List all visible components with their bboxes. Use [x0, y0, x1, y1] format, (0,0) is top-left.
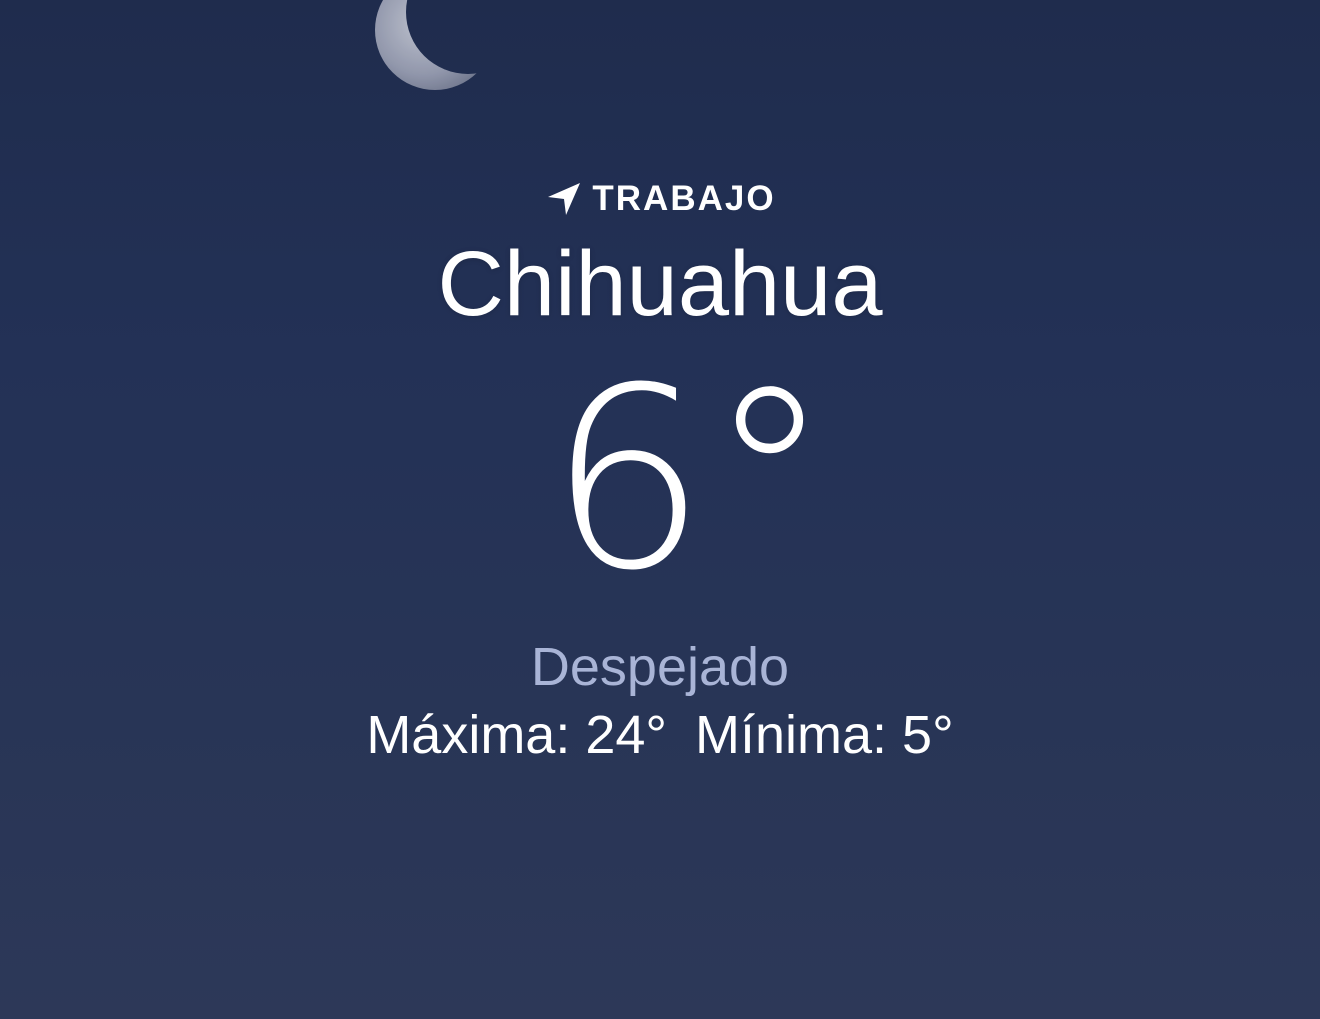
location-arrow-icon: [548, 183, 581, 215]
high-temperature: Máxima: 24°: [366, 705, 668, 765]
high-low-temperatures: Máxima: 24° Mínima: 5°: [0, 704, 1320, 766]
location-label: TRABAJO: [592, 179, 776, 218]
current-temperature: 6°: [547, 334, 833, 625]
low-temperature: Mínima: 5°: [695, 705, 954, 765]
crescent-moon-icon: [375, 0, 495, 90]
city-name: Chihuahua: [437, 233, 883, 335]
weather-condition: Despejado: [530, 637, 790, 697]
location-header[interactable]: TRABAJO: [0, 176, 1320, 222]
